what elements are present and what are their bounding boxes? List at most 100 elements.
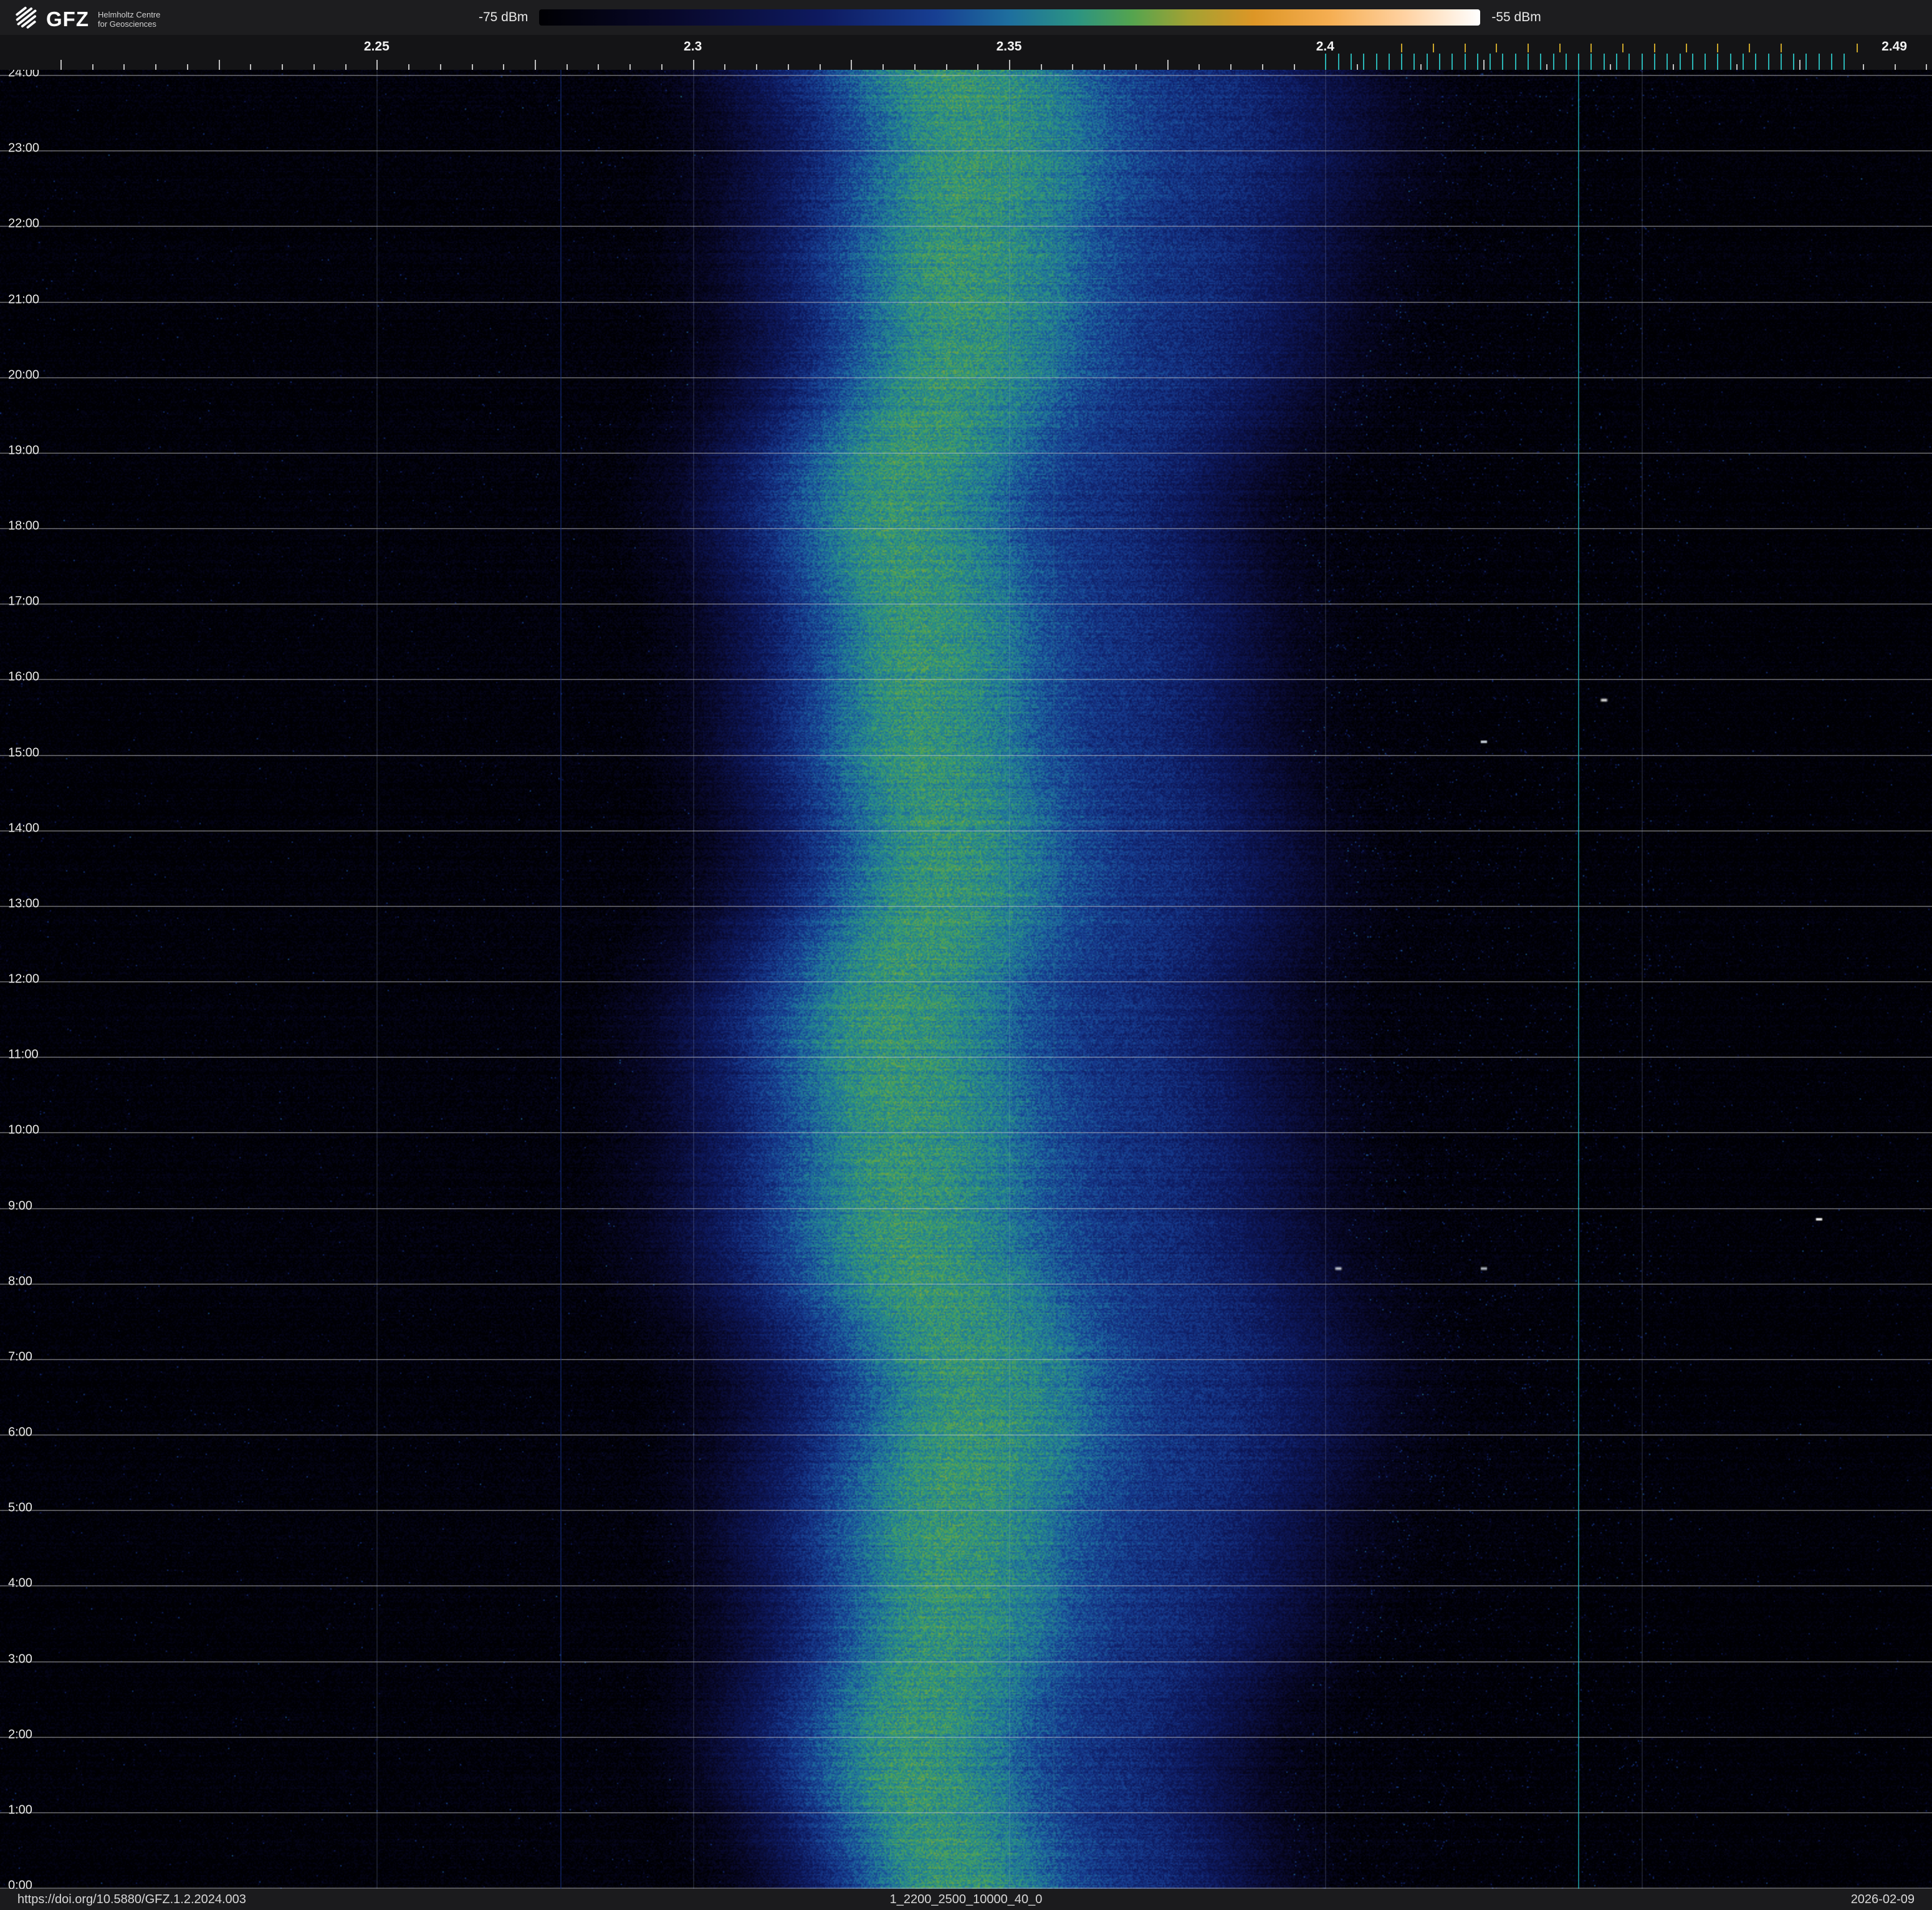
colorbar-legend: -75 dBm -55 dBm xyxy=(479,0,1541,35)
freq-minor-tick xyxy=(851,60,852,70)
hour-label: 17:00 xyxy=(8,595,39,609)
freq-gridline xyxy=(693,70,694,1889)
marker-line xyxy=(1578,70,1579,1889)
hour-label: 3:00 xyxy=(8,1652,32,1666)
hour-label: 20:00 xyxy=(8,368,39,382)
channel-marker-tick xyxy=(1628,54,1630,70)
hour-label: 12:00 xyxy=(8,972,39,987)
freq-minor-tick xyxy=(155,64,156,70)
channel-marker-tick xyxy=(1667,54,1668,70)
hour-label: 7:00 xyxy=(8,1350,32,1365)
freq-minor-tick xyxy=(1009,60,1010,70)
freq-minor-tick xyxy=(882,64,884,70)
gfz-logo-icon xyxy=(14,4,40,34)
hour-label: 16:00 xyxy=(8,670,39,684)
colorbar-gradient xyxy=(539,9,1480,26)
marker-line xyxy=(1053,70,1054,1889)
channel-marker-tick xyxy=(1490,54,1491,70)
channel-marker-tick xyxy=(1768,54,1769,70)
hour-label: 24:00 xyxy=(8,70,39,80)
freq-minor-tick xyxy=(1262,64,1263,70)
channel-marker-tick xyxy=(1831,54,1832,70)
channel-marker-tick xyxy=(1844,54,1845,70)
freq-minor-tick xyxy=(629,64,631,70)
freq-minor-tick xyxy=(1610,64,1611,70)
channel-marker-tick xyxy=(1717,54,1718,70)
freq-minor-tick xyxy=(1230,64,1231,70)
channel-marker-tick xyxy=(1433,44,1434,52)
freq-minor-tick xyxy=(914,64,916,70)
channel-marker-tick xyxy=(1654,44,1655,52)
freq-minor-tick xyxy=(1294,64,1295,70)
marker-line xyxy=(560,70,562,1889)
freq-minor-tick xyxy=(1863,64,1864,70)
spectrogram-plot: 24:00 23:00 22:00 21:00 20:00 19:00 18:00 17:00… xyxy=(0,70,1932,1889)
hour-label: 10:00 xyxy=(8,1123,39,1138)
brand-subtitle-line2: for Geosciences xyxy=(98,19,156,29)
channel-marker-tick xyxy=(1781,44,1782,52)
freq-minor-tick xyxy=(1673,64,1674,70)
freq-axis-label: 2.4 xyxy=(1316,39,1334,54)
channel-marker-tick xyxy=(1654,54,1655,70)
channel-marker-tick xyxy=(1325,54,1326,70)
channel-marker-tick xyxy=(1566,54,1567,70)
hour-label: 14:00 xyxy=(8,821,39,835)
colorbar-max-label: -55 dBm xyxy=(1491,10,1541,25)
channel-marker-tick xyxy=(1616,54,1617,70)
gfz-logo: GFZ Helmholtz Centre for Geosciences xyxy=(14,4,160,34)
freq-minor-tick xyxy=(1483,60,1485,70)
freq-minor-tick xyxy=(598,64,599,70)
hour-label: 1:00 xyxy=(8,1803,32,1818)
freq-minor-tick xyxy=(1357,64,1358,70)
channel-marker-tick xyxy=(1465,44,1466,52)
channel-marker-tick xyxy=(1705,54,1706,70)
freq-axis-label: 2.35 xyxy=(997,39,1022,54)
doi-link[interactable]: https://doi.org/10.5880/GFZ.1.2.2024.003 xyxy=(17,1893,246,1907)
channel-marker-tick xyxy=(1451,54,1453,70)
hour-label: 2:00 xyxy=(8,1727,32,1742)
channel-marker-tick xyxy=(1553,54,1554,70)
channel-marker-tick xyxy=(1730,54,1731,70)
channel-marker-tick xyxy=(1496,44,1497,52)
channel-marker-tick xyxy=(1604,54,1605,70)
freq-minor-tick xyxy=(219,60,220,70)
freq-minor-tick xyxy=(1736,64,1738,70)
freq-minor-tick xyxy=(1799,60,1800,70)
channel-marker-tick xyxy=(1363,54,1364,70)
hour-label: 15:00 xyxy=(8,746,39,760)
channel-marker-tick xyxy=(1622,44,1624,52)
freq-axis-label: 2.3 xyxy=(684,39,702,54)
freq-minor-tick xyxy=(92,64,93,70)
freq-minor-tick xyxy=(313,64,315,70)
channel-marker-tick xyxy=(1755,54,1756,70)
channel-marker-tick xyxy=(1502,54,1503,70)
freq-gridline xyxy=(1325,70,1326,1889)
hour-label: 23:00 xyxy=(8,142,39,156)
brand-text: GFZ xyxy=(46,6,89,32)
freq-gridline xyxy=(1009,70,1010,1889)
header-bar: GFZ Helmholtz Centre for Geosciences -75… xyxy=(0,0,1932,35)
freq-minor-tick xyxy=(250,64,251,70)
channel-marker-tick xyxy=(1389,54,1390,70)
freq-minor-tick xyxy=(440,64,441,70)
hour-label: 6:00 xyxy=(8,1426,32,1440)
hour-label: 4:00 xyxy=(8,1576,32,1591)
channel-marker-tick xyxy=(1717,44,1718,52)
freq-minor-tick xyxy=(187,64,188,70)
channel-marker-tick xyxy=(1642,54,1643,70)
channel-marker-tick xyxy=(1749,44,1750,52)
channel-marker-tick xyxy=(1439,54,1440,70)
freq-gridline xyxy=(376,70,378,1889)
freq-minor-tick xyxy=(1167,60,1169,70)
hour-label: 21:00 xyxy=(8,292,39,307)
freq-axis-label: 2.25 xyxy=(364,39,390,54)
freq-minor-tick xyxy=(60,60,62,70)
footer-bar: https://doi.org/10.5880/GFZ.1.2.2024.003… xyxy=(0,1889,1932,1910)
channel-marker-tick xyxy=(1465,54,1466,70)
channel-marker-tick xyxy=(1819,54,1820,70)
hour-label: 22:00 xyxy=(8,217,39,231)
channel-marker-tick xyxy=(1559,44,1561,52)
channel-marker-tick xyxy=(1338,54,1339,70)
brand-subtitle-line1: Helmholtz Centre xyxy=(98,10,160,19)
freq-minor-tick xyxy=(820,64,821,70)
